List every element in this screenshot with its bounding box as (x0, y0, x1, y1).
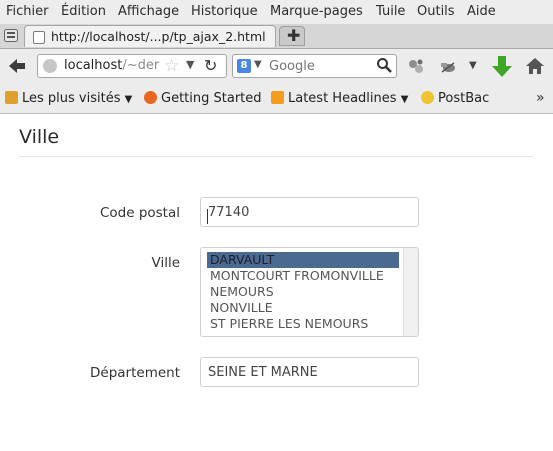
ville-label: Ville (151, 255, 181, 271)
menu-fichier[interactable]: Fichier (6, 4, 49, 19)
ville-option[interactable]: DARVAULT (207, 252, 399, 268)
menu-affichage[interactable]: Affichage (118, 4, 179, 19)
reload-icon[interactable]: ↻ (204, 56, 217, 75)
plus-icon: ✚ (287, 26, 301, 45)
magnifier-icon[interactable] (376, 57, 392, 73)
download-arrow-icon[interactable] (491, 55, 513, 79)
site-identity-icon[interactable] (43, 59, 57, 73)
firefox-icon (144, 91, 157, 104)
postal-code-label: Code postal (99, 205, 180, 221)
text-caret (207, 209, 208, 224)
chevron-down-icon: ▼ (124, 94, 133, 105)
ville-option[interactable]: MONTCOURT FROMONVILLE (207, 268, 399, 284)
tab-strip: http://localhost/...p/tp_ajax_2.html ✚ (0, 24, 553, 49)
page-title: Ville (19, 126, 60, 148)
search-engine-dropdown-icon[interactable]: ▼ (254, 59, 262, 70)
chevron-down-icon: ▼ (400, 94, 409, 105)
listbox-scrollbar[interactable] (403, 248, 418, 336)
euro-icon (421, 91, 434, 104)
search-input[interactable] (269, 57, 369, 75)
rss-feed-icon (271, 91, 284, 104)
menu-historique[interactable]: Historique (191, 4, 258, 19)
home-icon[interactable] (525, 56, 545, 76)
bookmark-postbac[interactable]: PostBac (421, 91, 489, 106)
ville-option[interactable]: ST PIERRE LES NEMOURS (207, 316, 399, 332)
departement-input[interactable] (200, 357, 419, 387)
menu-outils[interactable]: Outils (417, 4, 455, 19)
addon-bug-icon[interactable] (438, 57, 458, 77)
url-bar[interactable]: localhost/~der ☆ ▼ ↻ (37, 54, 227, 78)
url-history-dropdown-icon[interactable]: ▼ (186, 58, 194, 71)
back-arrow-icon[interactable] (7, 57, 27, 75)
bookmark-getting-started[interactable]: Getting Started (144, 91, 262, 106)
addon-dropdown-icon[interactable]: ▼ (469, 60, 477, 71)
menu-marque-pages[interactable]: Marque-pages (270, 4, 363, 19)
postal-code-input[interactable] (200, 197, 419, 227)
search-bar[interactable]: 8 ▼ (232, 54, 397, 78)
url-text[interactable]: localhost/~der (64, 58, 180, 73)
navigation-toolbar: localhost/~der ☆ ▼ ↻ 8 ▼ ▼ (0, 49, 553, 85)
bookmarks-toolbar: Les plus visités ▼ Getting Started Lates… (0, 85, 553, 114)
menu-edition[interactable]: Édition (61, 4, 106, 19)
ville-select[interactable]: DARVAULT MONTCOURT FROMONVILLE NEMOURS N… (200, 247, 419, 337)
title-divider (19, 156, 533, 157)
menu-aide[interactable]: Aide (467, 4, 496, 19)
tab-list-icon[interactable] (4, 29, 18, 42)
departement-label: Département (90, 365, 180, 381)
tab-title: http://localhost/...p/tp_ajax_2.html (51, 29, 266, 44)
menu-tuile[interactable]: Tuile (376, 4, 405, 19)
tab-active[interactable]: http://localhost/...p/tp_ajax_2.html (24, 25, 276, 47)
folder-icon (5, 91, 18, 104)
new-tab-button[interactable]: ✚ (279, 26, 305, 46)
bookmark-folder-most-visited[interactable]: Les plus visités ▼ (5, 91, 132, 106)
bookmark-latest-headlines[interactable]: Latest Headlines ▼ (271, 91, 408, 106)
search-engine-icon[interactable]: 8 (237, 59, 251, 73)
menubar: Fichier Édition Affichage Historique Mar… (0, 0, 553, 24)
star-icon[interactable]: ☆ (164, 56, 179, 76)
addon-puzzle-icon[interactable] (406, 57, 426, 77)
page-favicon-icon (33, 31, 45, 44)
ville-option[interactable]: NONVILLE (207, 300, 399, 316)
ville-option[interactable]: NEMOURS (207, 284, 399, 300)
bookmarks-overflow-icon[interactable]: » (536, 90, 545, 106)
